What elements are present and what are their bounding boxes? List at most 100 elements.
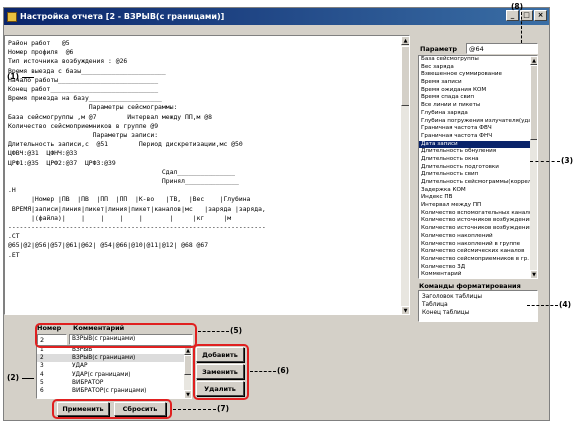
- parameter-item[interactable]: Количество вспомогательных каналов: [419, 210, 537, 218]
- report-row-comment: ВИБРАТОР(с границами): [72, 387, 147, 394]
- parameter-item[interactable]: Длительность окна: [419, 156, 537, 164]
- parameter-item[interactable]: Задержка КОМ: [419, 187, 537, 195]
- parameter-item[interactable]: База сейсмогруппы: [419, 56, 537, 64]
- minimize-button[interactable]: _: [506, 10, 519, 21]
- parameter-item[interactable]: Все линии и пикеты: [419, 102, 537, 110]
- callout-4-leader: [527, 305, 558, 306]
- parameter-item[interactable]: Взвешенное суммирование: [419, 71, 537, 79]
- template-line: .H: [8, 186, 16, 195]
- template-line: Параметры сейсмограммы:: [8, 103, 178, 112]
- template-line: Конец работ____________________________: [8, 85, 159, 94]
- callout-2: (2): [7, 373, 20, 382]
- window-title: Настройка отчета [2 - ВЗРЫВ(с границами)…: [20, 12, 225, 21]
- parameter-item[interactable]: Время записи: [419, 79, 537, 87]
- template-line: Номер профиля @6: [8, 48, 74, 57]
- report-row-number: 6: [40, 387, 44, 394]
- report-row-comment: ВИБРАТОР: [72, 379, 104, 386]
- template-line: Район работ @5: [8, 39, 70, 47]
- parameter-list-scrollbar[interactable]: ▲ ▼: [530, 56, 537, 278]
- title-bar[interactable]: Настройка отчета [2 - ВЗРЫВ(с границами)…: [4, 8, 549, 25]
- command-item[interactable]: Конец таблицы: [419, 309, 537, 317]
- report-list[interactable]: 1 ВЗРЫВ 2 ВЗРЫВ(с границами) 3 УДАР 4 УДАР(с гр…: [36, 345, 192, 399]
- template-line: Тип источника возбуждения : @26: [8, 57, 128, 66]
- report-row-number: 5: [40, 379, 44, 386]
- template-line: Начало работы__________________________: [8, 75, 159, 84]
- report-row[interactable]: 3 УДАР: [37, 362, 191, 370]
- callout-6: (6): [277, 366, 290, 375]
- callout-8-leader: [521, 12, 522, 43]
- parameter-item[interactable]: Индекс ПВ: [419, 194, 537, 202]
- report-list-scrollbar[interactable]: ▲ ▼: [184, 346, 191, 398]
- template-line: .ET: [8, 250, 20, 259]
- parameter-item[interactable]: Количество источников возбуждения: [419, 225, 537, 233]
- report-row-comment: ВЗРЫВ(с границами): [72, 355, 136, 362]
- editor-vertical-scrollbar[interactable]: ▲ ▼: [401, 36, 409, 314]
- scroll-down-arrow-icon[interactable]: ▼: [530, 270, 537, 278]
- template-line: База сейсмогруппы ,м @7 Интервал между П…: [8, 112, 212, 121]
- parameter-item[interactable]: Граничная частота ФВЧ: [419, 125, 537, 133]
- parameter-item[interactable]: Количество сейсмических каналов: [419, 248, 537, 256]
- template-line: ----------------------------------------…: [8, 223, 266, 232]
- parameter-item[interactable]: Глубина погружения излучателя(удар): [419, 118, 537, 126]
- parameter-item[interactable]: Длительность сейсмограммы(коррел.): [419, 179, 537, 187]
- parameter-item[interactable]: Время ожидания КОМ: [419, 87, 537, 95]
- template-line: Количество сейсмоприемников в группе @9: [8, 121, 159, 130]
- callout-6-leader: [250, 371, 276, 372]
- report-row[interactable]: 2 ВЗРЫВ(с границами): [37, 354, 191, 363]
- scroll-thumb[interactable]: [184, 355, 191, 375]
- parameter-item[interactable]: Количество 3Д: [419, 264, 537, 272]
- parameter-field[interactable]: @64: [466, 43, 538, 54]
- report-row-number: 3: [40, 363, 44, 370]
- report-row[interactable]: 5 ВИБРАТОР: [37, 379, 191, 387]
- parameter-item[interactable]: Количество накоплений: [419, 233, 537, 241]
- scroll-down-arrow-icon[interactable]: ▼: [184, 390, 191, 398]
- scroll-up-arrow-icon[interactable]: ▲: [401, 36, 409, 45]
- formatting-commands-list[interactable]: Заголовок таблицы Таблица Конец таблицы: [418, 290, 538, 322]
- report-row[interactable]: 4 УДАР(с границами): [37, 371, 191, 379]
- callout-3-leader: [530, 161, 560, 162]
- command-item[interactable]: Заголовок таблицы: [419, 293, 537, 301]
- parameter-item[interactable]: Интервал между ПП: [419, 202, 537, 210]
- callout-3: (3): [561, 156, 574, 165]
- parameter-item[interactable]: Граничная частота ФНЧ: [419, 133, 537, 141]
- report-row-comment: УДАР: [72, 363, 88, 370]
- scroll-up-arrow-icon[interactable]: ▲: [530, 56, 537, 65]
- template-line: ЦРФ1:@35 ЦРФ2:@37 ЦРФ3:@39: [8, 158, 116, 167]
- callout-box-6: [193, 344, 249, 400]
- report-template-editor[interactable]: Район работ @5 Номер профиля @6 Тип источн…: [4, 35, 410, 315]
- parameter-item[interactable]: Вес заряда: [419, 64, 537, 72]
- parameter-item[interactable]: Длительность подготовки: [419, 164, 537, 172]
- parameter-item[interactable]: Количество сейсмоприемников в гр.: [419, 256, 537, 264]
- scroll-down-arrow-icon[interactable]: ▼: [401, 306, 409, 314]
- template-line: .CT: [8, 232, 20, 241]
- template-line: |Номер |ПВ |ПВ |ПП |ПП |К-во |ТВ, |Вес |…: [8, 195, 251, 204]
- template-line: @65|@2|@56|@57|@61|@62| @54|@66|@10|@11|…: [8, 241, 209, 250]
- parameter-item[interactable]: Длительность свип: [419, 171, 537, 179]
- parameter-item[interactable]: Комментарий: [419, 271, 537, 278]
- parameter-item[interactable]: Время спада свип: [419, 94, 537, 102]
- template-line: |(файла)| | | | | | |кг |м: [8, 213, 232, 222]
- parameter-item[interactable]: Глубина заряда: [419, 110, 537, 118]
- callout-8: (8): [511, 2, 524, 11]
- command-item[interactable]: Таблица: [419, 301, 537, 309]
- parameter-item[interactable]: Дата записи: [419, 140, 537, 149]
- parameter-item[interactable]: Длительность обнуления: [419, 148, 537, 156]
- callout-box-5: [35, 323, 197, 348]
- template-line: Принял______________: [8, 177, 239, 186]
- scroll-thumb[interactable]: [530, 65, 537, 140]
- report-row-number: 4: [40, 371, 44, 378]
- report-row[interactable]: 6 ВИБРАТОР(с границами): [37, 387, 191, 395]
- callout-box-7: [52, 399, 172, 419]
- template-line: Параметры записи:: [8, 131, 159, 140]
- callout-2-arrow: [22, 378, 34, 379]
- close-button[interactable]: ×: [534, 10, 547, 21]
- template-line: ВРЕМЯ|записи|линия|пикет|линия|пикет|кан…: [8, 204, 266, 213]
- template-line: Время выезда с базы_____________________…: [8, 66, 166, 75]
- parameter-item[interactable]: Количество накоплений в группе: [419, 241, 537, 249]
- parameter-list[interactable]: База сейсмогруппы Вес заряда Взвешенное су…: [418, 55, 538, 279]
- callout-5: (5): [230, 326, 243, 335]
- template-text[interactable]: Район работ @5 Номер профиля @6 Тип источн…: [5, 36, 409, 260]
- callout-1: (1): [7, 72, 20, 81]
- parameter-item[interactable]: Количество источников возбуждения: [419, 217, 537, 225]
- scroll-thumb[interactable]: [401, 46, 409, 106]
